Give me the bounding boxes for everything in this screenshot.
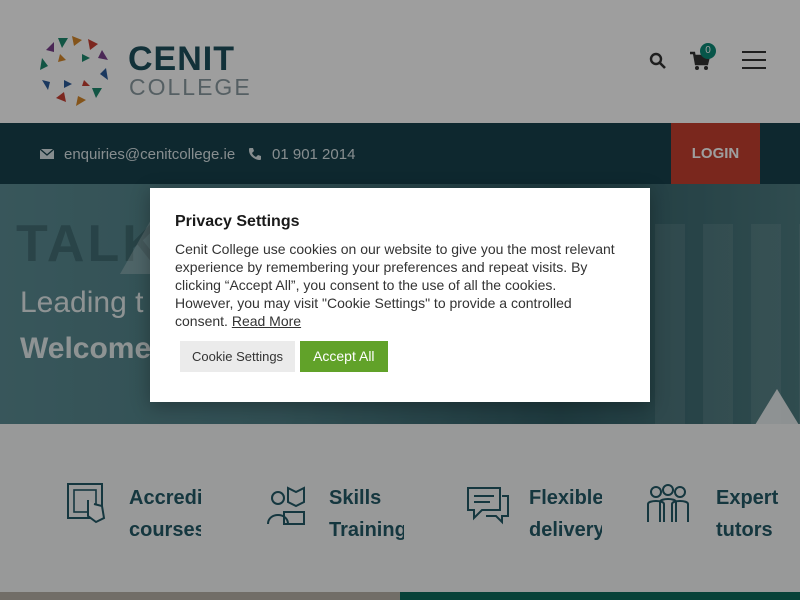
modal-body: Cenit College use cookies on our website… bbox=[175, 240, 615, 330]
privacy-settings-modal: Privacy Settings Cenit College use cooki… bbox=[150, 188, 650, 402]
modal-buttons: Cookie Settings Accept All bbox=[180, 341, 388, 372]
accept-all-button[interactable]: Accept All bbox=[300, 341, 388, 372]
page: CENIT COLLEGE 0 enquiries@cenitcollege.i… bbox=[0, 0, 800, 600]
read-more-link[interactable]: Read More bbox=[232, 313, 301, 329]
modal-title: Privacy Settings bbox=[175, 213, 300, 230]
cookie-settings-button[interactable]: Cookie Settings bbox=[180, 341, 296, 372]
